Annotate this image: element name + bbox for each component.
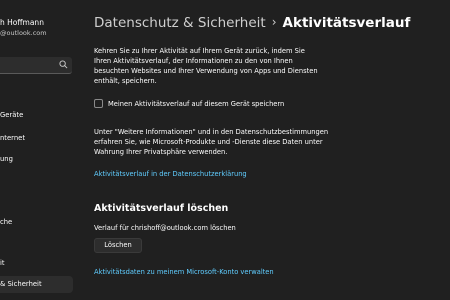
clear-history-label: Verlauf für chrishoff@outlook.com lösche… <box>94 224 236 232</box>
sidebar: h Hoffmann @outlook.com Geräte nternet u… <box>0 0 80 300</box>
checkbox-label[interactable]: Meinen Aktivitätsverlauf auf diesem Gerä… <box>108 100 284 108</box>
activity-history-checkbox[interactable] <box>94 99 103 108</box>
page-title: Aktivitätsverlauf <box>282 15 411 31</box>
sidebar-item-personalisierung[interactable]: ung <box>0 155 13 163</box>
privacy-info-text: Unter "Weitere Informationen" und in den… <box>94 128 329 156</box>
user-name: h Hoffmann <box>0 18 44 27</box>
user-email: @outlook.com <box>0 29 47 37</box>
privacy-statement-link[interactable]: Aktivitätsverlauf in der Datenschutzerkl… <box>94 170 247 178</box>
sidebar-item-barrierefreiheit[interactable]: it <box>0 259 5 267</box>
breadcrumb-separator: › <box>271 15 277 29</box>
sidebar-item-datenschutz[interactable]: & Sicherheit <box>0 276 73 293</box>
sidebar-item-sprache[interactable]: che <box>0 218 12 226</box>
clear-history-heading: Aktivitätsverlauf löschen <box>94 203 229 214</box>
search-icon[interactable] <box>59 60 68 69</box>
search-input[interactable] <box>0 57 72 74</box>
sidebar-item-netzwerk[interactable]: nternet <box>0 134 25 142</box>
activity-history-checkbox-row[interactable]: Meinen Aktivitätsverlauf auf diesem Gerä… <box>94 99 284 108</box>
manage-account-data-link[interactable]: Aktivitätsdaten zu meinem Microsoft-Kont… <box>94 268 274 276</box>
description-text: Kehren Sie zu Ihrer Aktivität auf Ihrem … <box>94 47 318 85</box>
sidebar-item-geraete[interactable]: Geräte <box>0 111 23 119</box>
breadcrumb: Datenschutz & Sicherheit › Aktivitätsverla… <box>94 12 410 31</box>
clear-button[interactable]: Löschen <box>94 238 142 253</box>
sidebar-item-label: & Sicherheit <box>0 280 42 288</box>
breadcrumb-parent[interactable]: Datenschutz & Sicherheit <box>94 15 266 31</box>
